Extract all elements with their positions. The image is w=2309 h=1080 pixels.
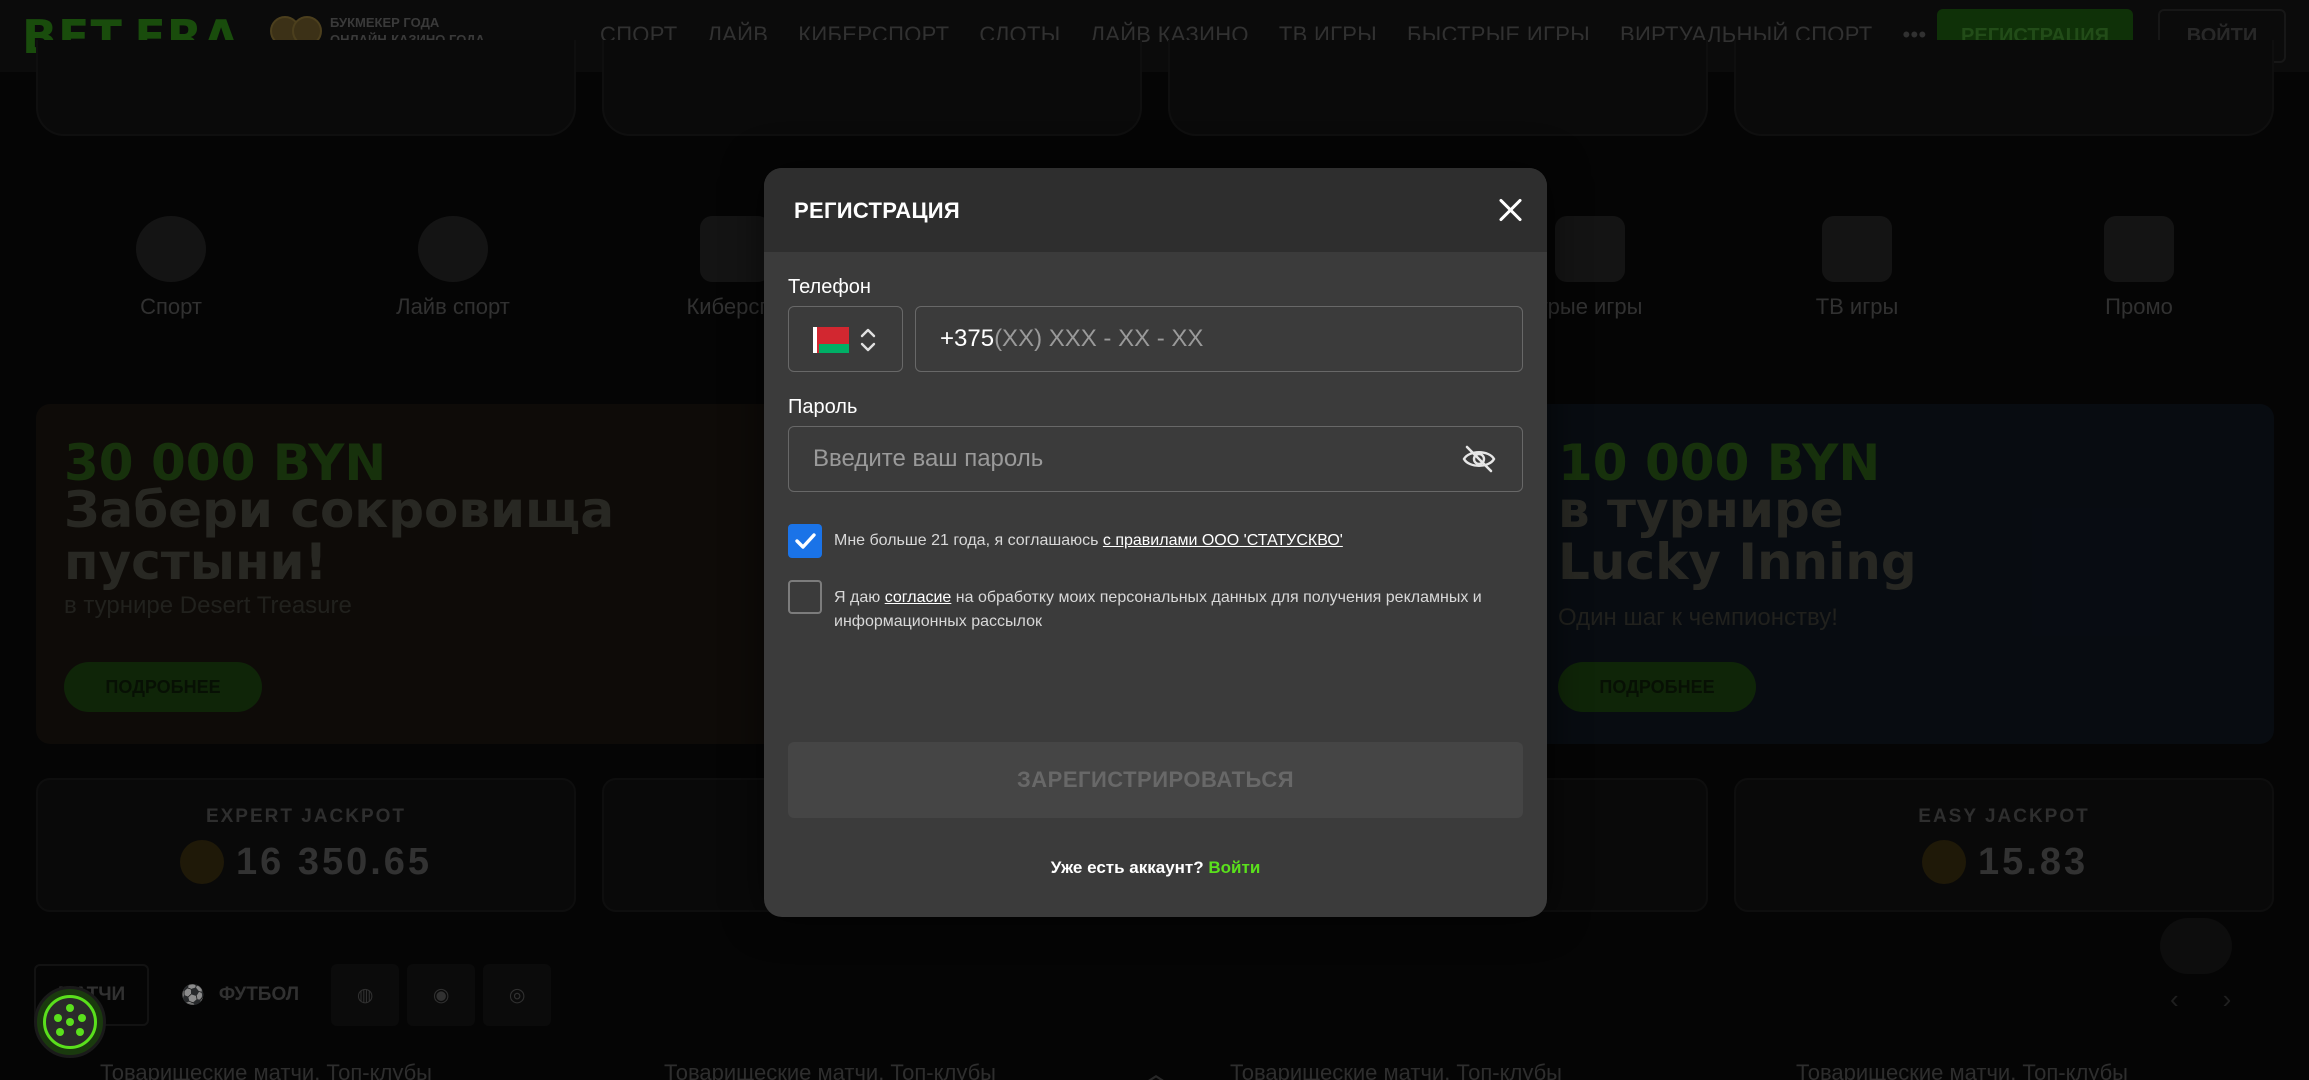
consent-checkbox-label: Я даю согласие на обработку моих персона… bbox=[834, 589, 1482, 630]
registration-modal: РЕГИСТРАЦИЯ Телефон +375 (XX) XXX - XX - … bbox=[764, 168, 1547, 917]
consent-link[interactable]: согласие bbox=[885, 589, 952, 606]
register-submit-button[interactable]: ЗАРЕГИСТРИРОВАТЬСЯ bbox=[788, 742, 1523, 818]
phone-label: Телефон bbox=[788, 276, 871, 298]
password-field bbox=[788, 426, 1523, 492]
cookie-settings-button[interactable] bbox=[34, 986, 106, 1058]
chevron-up-down-icon bbox=[860, 328, 876, 352]
eye-off-icon[interactable] bbox=[1461, 444, 1497, 474]
phone-prefix: +375 bbox=[940, 325, 995, 352]
country-select[interactable] bbox=[788, 306, 903, 372]
age-checkbox[interactable] bbox=[788, 524, 822, 558]
phone-mask: (XX) XXX - XX - XX bbox=[994, 325, 1204, 352]
rules-link[interactable]: с правилами ООО 'СТАТУСКВО' bbox=[1103, 532, 1343, 549]
password-label: Пароль bbox=[788, 396, 858, 418]
modal-title: РЕГИСТРАЦИЯ bbox=[794, 198, 961, 223]
cookie-icon bbox=[43, 995, 97, 1049]
age-checkbox-label: Мне больше 21 года, я соглашаюсь с прави… bbox=[834, 532, 1343, 549]
modal-header: РЕГИСТРАЦИЯ bbox=[764, 168, 1547, 252]
consent-checkbox[interactable] bbox=[788, 580, 822, 614]
phone-input[interactable]: +375 (XX) XXX - XX - XX bbox=[915, 306, 1523, 372]
belarus-flag-icon bbox=[813, 327, 849, 353]
close-icon[interactable] bbox=[1494, 194, 1526, 226]
checkmark-icon bbox=[795, 533, 816, 549]
login-link[interactable]: Войти bbox=[1208, 858, 1260, 877]
password-input[interactable] bbox=[789, 427, 1429, 490]
have-account-line: Уже есть аккаунт? Войти bbox=[1050, 858, 1261, 877]
